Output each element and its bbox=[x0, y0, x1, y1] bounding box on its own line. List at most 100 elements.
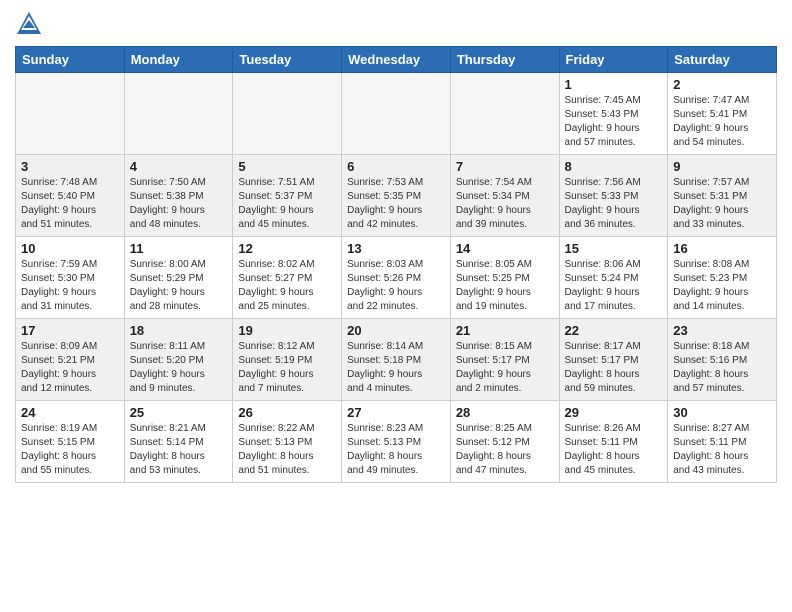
calendar-cell: 6 Sunrise: 7:53 AM Sunset: 5:35 PM Daylig… bbox=[342, 155, 451, 237]
day-info: Sunrise: 8:06 AM Sunset: 5:24 PM Dayligh… bbox=[565, 258, 663, 314]
header-row: Sunday Monday Tuesday Wednesday Thursday… bbox=[16, 47, 777, 73]
calendar-cell bbox=[450, 73, 559, 155]
calendar-cell: 8Sunrise: 7:56 AM Sunset: 5:33 PM Daylig… bbox=[559, 155, 668, 237]
day-info: Sunrise: 8:15 AM Sunset: 5:17 PM Dayligh… bbox=[456, 340, 554, 396]
day-number: 9 bbox=[673, 159, 771, 174]
day-info: Sunrise: 7:59 AM Sunset: 5:30 PM Dayligh… bbox=[21, 258, 119, 314]
logo bbox=[15, 10, 47, 38]
calendar-cell bbox=[16, 73, 125, 155]
calendar-cell: 20 Sunrise: 8:14 AM Sunset: 5:18 PM Dayli… bbox=[342, 319, 451, 401]
day-number: 7 bbox=[456, 159, 554, 174]
col-wednesday: Wednesday bbox=[342, 47, 451, 73]
day-number: 25 bbox=[130, 405, 228, 420]
calendar-cell: 12 Sunrise: 8:02 AM Sunset: 5:27 PM Dayli… bbox=[233, 237, 342, 319]
day-number: 2 bbox=[673, 77, 771, 92]
calendar-cell bbox=[124, 73, 233, 155]
day-info: Sunrise: 8:19 AM Sunset: 5:15 PM Dayligh… bbox=[21, 422, 119, 478]
day-info: Sunrise: 8:14 AM Sunset: 5:18 PM Dayligh… bbox=[347, 340, 445, 396]
calendar-cell: 30 Sunrise: 8:27 AM Sunset: 5:11 PM Dayli… bbox=[668, 401, 777, 483]
calendar-cell: 11 Sunrise: 8:00 AM Sunset: 5:29 PM Dayli… bbox=[124, 237, 233, 319]
day-info: Sunrise: 7:53 AM Sunset: 5:35 PM Dayligh… bbox=[347, 176, 445, 232]
calendar-week-row: 3Sunrise: 7:48 AM Sunset: 5:40 PM Daylig… bbox=[16, 155, 777, 237]
calendar-week-row: 17 Sunrise: 8:09 AM Sunset: 5:21 PM Dayli… bbox=[16, 319, 777, 401]
day-number: 23 bbox=[673, 323, 771, 338]
calendar-cell: 17 Sunrise: 8:09 AM Sunset: 5:21 PM Dayli… bbox=[16, 319, 125, 401]
calendar-cell: 18 Sunrise: 8:11 AM Sunset: 5:20 PM Dayli… bbox=[124, 319, 233, 401]
day-info: Sunrise: 8:09 AM Sunset: 5:21 PM Dayligh… bbox=[21, 340, 119, 396]
day-info: Sunrise: 8:00 AM Sunset: 5:29 PM Dayligh… bbox=[130, 258, 228, 314]
calendar-cell: 5 Sunrise: 7:51 AM Sunset: 5:37 PM Daylig… bbox=[233, 155, 342, 237]
day-info: Sunrise: 7:51 AM Sunset: 5:37 PM Dayligh… bbox=[238, 176, 336, 232]
calendar-cell: 7 Sunrise: 7:54 AM Sunset: 5:34 PM Daylig… bbox=[450, 155, 559, 237]
day-info: Sunrise: 7:48 AM Sunset: 5:40 PM Dayligh… bbox=[21, 176, 119, 232]
day-info: Sunrise: 8:25 AM Sunset: 5:12 PM Dayligh… bbox=[456, 422, 554, 478]
calendar-cell bbox=[233, 73, 342, 155]
day-number: 20 bbox=[347, 323, 445, 338]
logo-icon bbox=[15, 10, 43, 38]
day-number: 13 bbox=[347, 241, 445, 256]
col-friday: Friday bbox=[559, 47, 668, 73]
calendar-cell: 22 Sunrise: 8:17 AM Sunset: 5:17 PM Dayli… bbox=[559, 319, 668, 401]
day-info: Sunrise: 8:12 AM Sunset: 5:19 PM Dayligh… bbox=[238, 340, 336, 396]
day-info: Sunrise: 7:50 AM Sunset: 5:38 PM Dayligh… bbox=[130, 176, 228, 232]
calendar-cell: 3Sunrise: 7:48 AM Sunset: 5:40 PM Daylig… bbox=[16, 155, 125, 237]
calendar-cell: 10Sunrise: 7:59 AM Sunset: 5:30 PM Dayli… bbox=[16, 237, 125, 319]
calendar-cell: 26 Sunrise: 8:22 AM Sunset: 5:13 PM Dayli… bbox=[233, 401, 342, 483]
day-info: Sunrise: 8:17 AM Sunset: 5:17 PM Dayligh… bbox=[565, 340, 663, 396]
calendar-cell: 21Sunrise: 8:15 AM Sunset: 5:17 PM Dayli… bbox=[450, 319, 559, 401]
day-number: 5 bbox=[238, 159, 336, 174]
calendar-cell: 1 Sunrise: 7:45 AM Sunset: 5:43 PM Daylig… bbox=[559, 73, 668, 155]
calendar-cell: 19 Sunrise: 8:12 AM Sunset: 5:19 PM Dayli… bbox=[233, 319, 342, 401]
calendar-cell: 24 Sunrise: 8:19 AM Sunset: 5:15 PM Dayli… bbox=[16, 401, 125, 483]
day-info: Sunrise: 7:57 AM Sunset: 5:31 PM Dayligh… bbox=[673, 176, 771, 232]
calendar-cell: 9 Sunrise: 7:57 AM Sunset: 5:31 PM Daylig… bbox=[668, 155, 777, 237]
calendar-cell: 15 Sunrise: 8:06 AM Sunset: 5:24 PM Dayli… bbox=[559, 237, 668, 319]
day-number: 24 bbox=[21, 405, 119, 420]
day-number: 22 bbox=[565, 323, 663, 338]
calendar-cell: 28 Sunrise: 8:25 AM Sunset: 5:12 PM Dayli… bbox=[450, 401, 559, 483]
day-info: Sunrise: 8:23 AM Sunset: 5:13 PM Dayligh… bbox=[347, 422, 445, 478]
day-info: Sunrise: 7:45 AM Sunset: 5:43 PM Dayligh… bbox=[565, 94, 663, 150]
day-number: 4 bbox=[130, 159, 228, 174]
calendar-cell: 27 Sunrise: 8:23 AM Sunset: 5:13 PM Dayli… bbox=[342, 401, 451, 483]
day-number: 11 bbox=[130, 241, 228, 256]
day-info: Sunrise: 8:11 AM Sunset: 5:20 PM Dayligh… bbox=[130, 340, 228, 396]
col-tuesday: Tuesday bbox=[233, 47, 342, 73]
day-number: 28 bbox=[456, 405, 554, 420]
day-info: Sunrise: 8:02 AM Sunset: 5:27 PM Dayligh… bbox=[238, 258, 336, 314]
day-number: 30 bbox=[673, 405, 771, 420]
day-number: 18 bbox=[130, 323, 228, 338]
day-number: 12 bbox=[238, 241, 336, 256]
day-number: 6 bbox=[347, 159, 445, 174]
day-info: Sunrise: 8:05 AM Sunset: 5:25 PM Dayligh… bbox=[456, 258, 554, 314]
day-info: Sunrise: 8:27 AM Sunset: 5:11 PM Dayligh… bbox=[673, 422, 771, 478]
calendar-cell bbox=[342, 73, 451, 155]
calendar-week-row: 10Sunrise: 7:59 AM Sunset: 5:30 PM Dayli… bbox=[16, 237, 777, 319]
day-info: Sunrise: 8:03 AM Sunset: 5:26 PM Dayligh… bbox=[347, 258, 445, 314]
header bbox=[15, 10, 777, 38]
day-number: 29 bbox=[565, 405, 663, 420]
calendar-cell: 2 Sunrise: 7:47 AM Sunset: 5:41 PM Daylig… bbox=[668, 73, 777, 155]
calendar-cell: 23 Sunrise: 8:18 AM Sunset: 5:16 PM Dayli… bbox=[668, 319, 777, 401]
calendar-cell: 13 Sunrise: 8:03 AM Sunset: 5:26 PM Dayli… bbox=[342, 237, 451, 319]
day-number: 27 bbox=[347, 405, 445, 420]
day-info: Sunrise: 7:47 AM Sunset: 5:41 PM Dayligh… bbox=[673, 94, 771, 150]
day-number: 26 bbox=[238, 405, 336, 420]
day-number: 14 bbox=[456, 241, 554, 256]
day-info: Sunrise: 8:26 AM Sunset: 5:11 PM Dayligh… bbox=[565, 422, 663, 478]
day-info: Sunrise: 8:18 AM Sunset: 5:16 PM Dayligh… bbox=[673, 340, 771, 396]
day-number: 17 bbox=[21, 323, 119, 338]
day-number: 16 bbox=[673, 241, 771, 256]
day-info: Sunrise: 8:22 AM Sunset: 5:13 PM Dayligh… bbox=[238, 422, 336, 478]
day-number: 1 bbox=[565, 77, 663, 92]
col-sunday: Sunday bbox=[16, 47, 125, 73]
calendar-cell: 25Sunrise: 8:21 AM Sunset: 5:14 PM Dayli… bbox=[124, 401, 233, 483]
calendar-cell: 29 Sunrise: 8:26 AM Sunset: 5:11 PM Dayli… bbox=[559, 401, 668, 483]
day-number: 19 bbox=[238, 323, 336, 338]
calendar-cell: 14 Sunrise: 8:05 AM Sunset: 5:25 PM Dayli… bbox=[450, 237, 559, 319]
day-info: Sunrise: 7:56 AM Sunset: 5:33 PM Dayligh… bbox=[565, 176, 663, 232]
day-number: 15 bbox=[565, 241, 663, 256]
day-info: Sunrise: 7:54 AM Sunset: 5:34 PM Dayligh… bbox=[456, 176, 554, 232]
col-thursday: Thursday bbox=[450, 47, 559, 73]
calendar-cell: 16Sunrise: 8:08 AM Sunset: 5:23 PM Dayli… bbox=[668, 237, 777, 319]
